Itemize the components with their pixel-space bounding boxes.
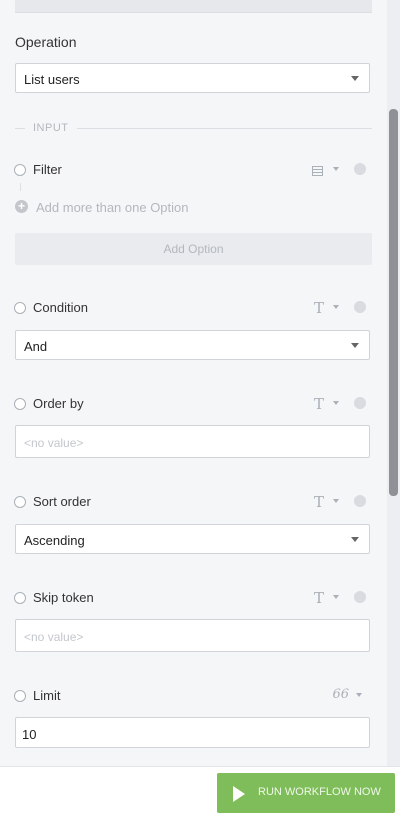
field-status-dot xyxy=(354,397,366,409)
operation-label: Operation xyxy=(15,34,77,50)
previous-field-box xyxy=(15,0,372,13)
type-chevron-down-icon[interactable] xyxy=(333,401,339,405)
field-filter-label: Filter xyxy=(33,162,62,177)
play-icon xyxy=(233,786,245,802)
field-condition-label: Condition xyxy=(33,300,88,315)
chevron-down-icon xyxy=(351,76,359,81)
field-sort-order-label: Sort order xyxy=(33,494,91,509)
limit-input[interactable]: 10 xyxy=(15,717,370,748)
scrollbar-thumb[interactable] xyxy=(389,109,398,496)
field-order-by-radio[interactable] xyxy=(14,398,26,410)
sort-order-select-value: Ascending xyxy=(24,533,85,548)
field-status-dot xyxy=(354,495,366,507)
number-type-icon[interactable]: 66 xyxy=(332,687,349,702)
field-status-dot xyxy=(354,163,366,175)
field-order-by: Order by T xyxy=(14,395,370,414)
field-skip-token-radio[interactable] xyxy=(14,592,26,604)
run-workflow-button[interactable]: RUN WORKFLOW NOW xyxy=(217,773,395,813)
type-chevron-down-icon[interactable] xyxy=(333,167,339,171)
add-more-options-label: Add more than one Option xyxy=(36,200,189,215)
field-limit-radio[interactable] xyxy=(14,690,26,702)
operation-select-value: List users xyxy=(24,72,80,87)
condition-select-value: And xyxy=(24,339,48,354)
divider-line-left xyxy=(15,128,25,129)
field-status-dot xyxy=(354,301,366,313)
type-chevron-down-icon[interactable] xyxy=(333,499,339,503)
type-chevron-down-icon[interactable] xyxy=(333,595,339,599)
add-option-button[interactable]: Add Option xyxy=(15,233,372,265)
run-workflow-label: RUN WORKFLOW NOW xyxy=(258,786,381,798)
field-status-dot xyxy=(354,591,366,603)
operation-select[interactable]: List users xyxy=(15,63,370,93)
field-skip-token: Skip token T xyxy=(14,589,370,608)
field-filter-radio[interactable] xyxy=(14,164,26,176)
field-limit-label: Limit xyxy=(33,688,61,703)
sort-order-select[interactable]: Ascending xyxy=(15,524,370,554)
condition-select[interactable]: And xyxy=(15,330,370,360)
field-skip-token-label: Skip token xyxy=(33,590,94,605)
type-chevron-down-icon[interactable] xyxy=(356,693,362,697)
add-option-label: Add Option xyxy=(163,242,224,256)
type-chevron-down-icon[interactable] xyxy=(333,305,339,309)
divider-line-right xyxy=(77,128,372,129)
field-sort-order: Sort order T xyxy=(14,493,370,512)
text-type-icon[interactable]: T xyxy=(314,299,324,317)
text-type-icon[interactable]: T xyxy=(314,395,324,413)
field-limit: Limit 66 xyxy=(14,687,370,706)
field-sort-order-radio[interactable] xyxy=(14,496,26,508)
field-condition: Condition T xyxy=(14,299,370,318)
field-filter: Filter xyxy=(14,162,370,180)
workflow-config-panel: Operation List users INPUT Filter + Add … xyxy=(0,0,387,766)
chevron-down-icon xyxy=(351,537,359,542)
skip-token-input[interactable]: <no value> xyxy=(15,619,370,652)
text-type-icon[interactable]: T xyxy=(314,493,324,511)
skip-token-placeholder: <no value> xyxy=(24,630,84,644)
input-section-label: INPUT xyxy=(33,122,69,134)
text-type-icon[interactable]: T xyxy=(314,589,324,607)
list-icon[interactable] xyxy=(312,163,323,176)
plus-circle-icon: + xyxy=(15,200,28,213)
field-order-by-label: Order by xyxy=(33,396,84,411)
chevron-down-icon xyxy=(351,343,359,348)
connector-line xyxy=(20,183,21,191)
order-by-input[interactable]: <no value> xyxy=(15,425,370,458)
limit-value: 10 xyxy=(22,727,37,742)
input-section-divider: INPUT xyxy=(15,122,372,134)
field-condition-radio[interactable] xyxy=(14,302,26,314)
order-by-placeholder: <no value> xyxy=(24,436,84,450)
